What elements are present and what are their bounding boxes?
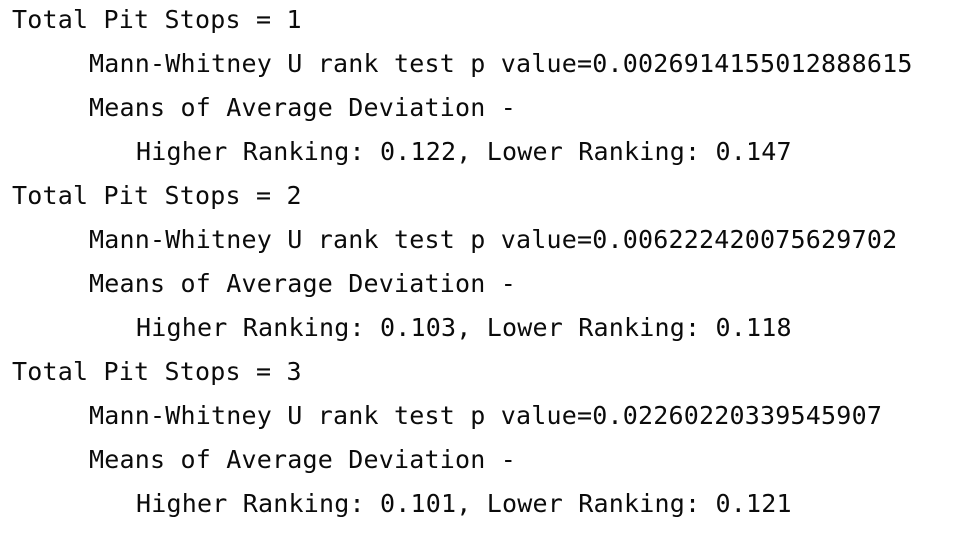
group-header: Total Pit Stops = 2 xyxy=(12,181,302,210)
means-line: Means of Average Deviation - xyxy=(89,269,517,298)
ranking-line: Higher Ranking: 0.101, Lower Ranking: 0.… xyxy=(136,489,792,518)
console-output: Total Pit Stops = 1 Mann-Whitney U rank … xyxy=(0,0,962,540)
means-line: Means of Average Deviation - xyxy=(89,93,517,122)
p-value-line: Mann-Whitney U rank test p value=0.00269… xyxy=(89,49,913,78)
ranking-line: Higher Ranking: 0.103, Lower Ranking: 0.… xyxy=(136,313,792,342)
means-line: Means of Average Deviation - xyxy=(89,445,517,474)
ranking-line: Higher Ranking: 0.122, Lower Ranking: 0.… xyxy=(136,137,792,166)
group-header: Total Pit Stops = 1 xyxy=(12,5,302,34)
group-header: Total Pit Stops = 3 xyxy=(12,357,302,386)
p-value-line: Mann-Whitney U rank test p value=0.02260… xyxy=(89,401,883,430)
p-value-line: Mann-Whitney U rank test p value=0.00622… xyxy=(89,225,898,254)
